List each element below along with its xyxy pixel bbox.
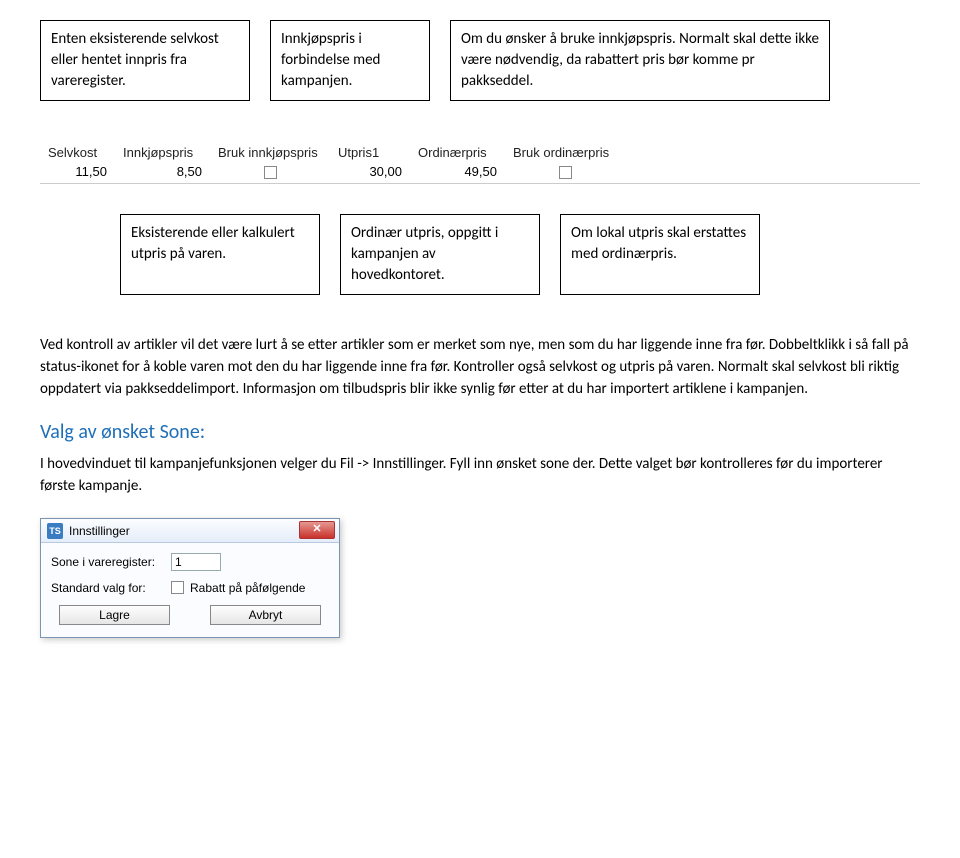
dialog-titlebar[interactable]: TS Innstillinger ✕ (41, 519, 339, 543)
info-box-bruk-innkjopspris-note: Om du ønsker å bruke innkjøpspris. Norma… (450, 20, 830, 101)
cell-utpris1: 30,00 (330, 162, 410, 183)
paragraph-sone-instructions: I hovedvinduet til kampanjefunksjonen ve… (40, 454, 920, 498)
label-rabatt-pafolgende: Rabatt på påfølgende (190, 581, 305, 595)
price-row-table: Selvkost 11,50 Innkjøpspris 8,50 Bruk in… (40, 141, 920, 184)
save-button[interactable]: Lagre (59, 605, 170, 625)
cell-innkjopspris: 8,50 (115, 162, 210, 183)
app-icon: TS (47, 523, 63, 539)
col-header-ordinaerpris: Ordinærpris (410, 141, 505, 162)
checkbox-bruk-innkjopspris[interactable] (264, 166, 277, 179)
close-button[interactable]: ✕ (299, 521, 335, 539)
info-box-ordinaer-utpris: Ordinær utpris, oppgitt i kampanjen av h… (340, 214, 540, 295)
cell-selvkost: 11,50 (40, 162, 115, 183)
dialog-title: Innstillinger (69, 524, 130, 538)
close-icon: ✕ (312, 524, 321, 535)
label-sone: Sone i vareregister: (51, 555, 171, 569)
paragraph-kontroll-artikler: Ved kontroll av artikler vil det være lu… (40, 335, 920, 400)
col-header-utpris1: Utpris1 (330, 141, 410, 162)
dialog-innstillinger: TS Innstillinger ✕ Sone i vareregister: … (40, 518, 340, 638)
input-sone[interactable] (171, 553, 221, 571)
cell-ordinaerpris: 49,50 (410, 162, 505, 183)
info-box-lokal-utpris: Om lokal utpris skal erstattes med ordin… (560, 214, 760, 295)
section-heading-sone: Valg av ønsket Sone: (40, 420, 920, 444)
checkbox-rabatt-pafolgende[interactable] (171, 581, 184, 594)
col-header-bruk-innkjopspris: Bruk innkjøpspris (210, 141, 330, 162)
mid-info-boxes: Eksisterende eller kalkulert utpris på v… (120, 214, 920, 295)
info-box-selvkost-note: Enten eksisterende selvkost eller hentet… (40, 20, 250, 101)
col-header-bruk-ordinaerpris: Bruk ordinærpris (505, 141, 625, 162)
info-box-innkjopspris-note: Innkjøpspris i forbindelse med kampanjen… (270, 20, 430, 101)
cancel-button[interactable]: Avbryt (210, 605, 321, 625)
col-header-innkjopspris: Innkjøpspris (115, 141, 210, 162)
top-info-boxes: Enten eksisterende selvkost eller hentet… (40, 20, 920, 101)
col-header-selvkost: Selvkost (40, 141, 115, 162)
info-box-eksisterende-utpris: Eksisterende eller kalkulert utpris på v… (120, 214, 320, 295)
checkbox-bruk-ordinaerpris[interactable] (559, 166, 572, 179)
label-standard-valg: Standard valg for: (51, 581, 171, 595)
